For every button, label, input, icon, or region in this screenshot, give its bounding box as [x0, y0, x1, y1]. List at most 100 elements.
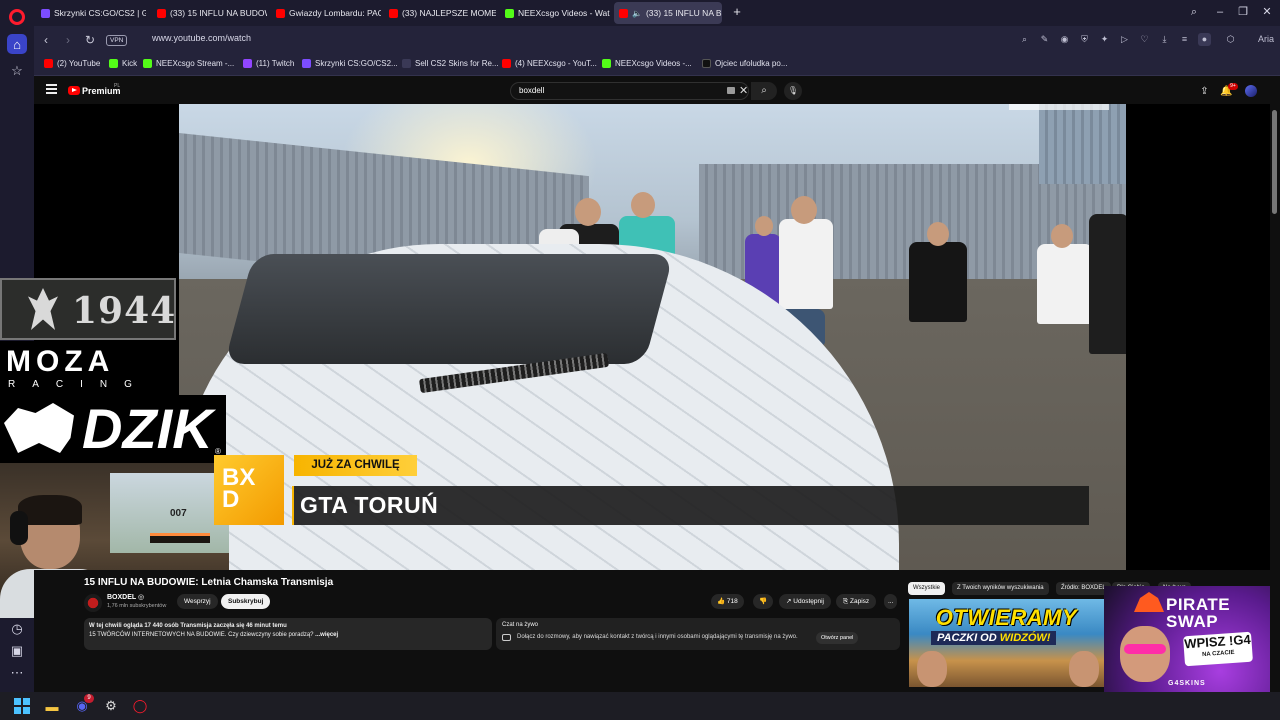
person-figure	[779, 219, 833, 309]
bookmark-item[interactable]: NEEXcsgo Stream -...	[143, 59, 234, 68]
maximize-icon[interactable]: ❐	[1234, 4, 1252, 20]
user-avatar[interactable]	[1245, 85, 1257, 97]
windows-taskbar: ▬ ◉ 9 ⚙ ◯	[0, 692, 1280, 720]
subscribe-button[interactable]: Subskrybuj	[221, 594, 271, 609]
recommended-thumbnail[interactable]: OTWIERAMY PACZKI OD WIDZÓW!	[909, 599, 1104, 687]
bookmark-favicon-icon	[143, 59, 152, 68]
shipping-container	[1039, 104, 1126, 184]
history-icon[interactable]: ◷	[7, 619, 27, 639]
description-line: 15 TWÓRCÓW INTERNETOWYCH NA BUDOWIE. Czy…	[89, 632, 339, 638]
channel-name[interactable]: BOXDEL ◎	[107, 593, 144, 601]
extensions-icon[interactable]: ▣	[7, 641, 27, 661]
play-icon[interactable]: ▷	[1118, 33, 1131, 46]
bookmarks-bar: (2) YouTube Kick NEEXcsgo Stream -... (1…	[34, 54, 1280, 76]
tab-item[interactable]: Gwiazdy Lombardu: PACZ	[271, 2, 381, 24]
discord-badge: 9	[84, 694, 94, 703]
tab-favicon-icon	[505, 8, 514, 18]
bookmark-item[interactable]: NEEXcsgo Videos -...	[602, 59, 692, 68]
like-button[interactable]: 👍 718	[711, 594, 744, 609]
person-head	[1051, 224, 1073, 248]
home-icon[interactable]: ⌂	[7, 34, 27, 54]
verified-icon: ◎	[138, 594, 145, 601]
dislike-button[interactable]: 👎	[753, 594, 774, 609]
bookmark-item[interactable]: Sell CS2 Skins for Re...	[402, 59, 499, 68]
opera-logo-icon[interactable]	[9, 9, 25, 25]
tab-item[interactable]: (33) NAJLEPSZE MOMENT	[384, 2, 496, 24]
menu-icon[interactable]: ≡	[1178, 33, 1191, 46]
youtube-logo-icon[interactable]	[68, 86, 80, 95]
minimize-icon[interactable]: –	[1211, 4, 1229, 20]
camera-icon[interactable]: ◉	[1058, 33, 1071, 46]
bookmark-item[interactable]: Ojciec ufoludka po...	[702, 59, 787, 68]
boxdel-logo: BX D	[214, 455, 284, 525]
tab-item[interactable]: NEEXcsgo Videos - Watch	[500, 2, 610, 24]
person-head	[791, 196, 817, 224]
tab-favicon-icon	[619, 8, 628, 18]
star-icon[interactable]: ☆	[7, 61, 27, 81]
shield-icon[interactable]: ⛨	[1078, 33, 1091, 46]
channel-avatar[interactable]	[84, 594, 102, 612]
profile-icon[interactable]: ●	[1198, 33, 1211, 46]
close-icon[interactable]: ✕	[1258, 4, 1276, 20]
bookmark-item[interactable]: Kick	[109, 59, 137, 68]
chip-search-results[interactable]: Z Twoich wyników wyszukiwania	[952, 582, 1049, 595]
bookmark-favicon-icon	[602, 59, 611, 68]
edit-icon[interactable]: ✎	[1038, 33, 1051, 46]
back-icon[interactable]: ‹	[38, 32, 54, 48]
zoom-icon[interactable]: ⌕	[1018, 33, 1031, 46]
hamburger-menu-icon[interactable]	[46, 84, 57, 94]
search-button[interactable]: ⌕	[751, 82, 777, 100]
windows-start-icon[interactable]	[12, 696, 32, 716]
tab-item[interactable]: (33) 15 INFLU NA BUDOW	[152, 2, 267, 24]
eagle-emblem-icon	[28, 288, 58, 330]
bookmark-favicon-icon	[502, 59, 511, 68]
chip-source[interactable]: Źródło: BOXDEL	[1056, 582, 1111, 595]
keyboard-icon[interactable]	[727, 87, 735, 94]
save-button[interactable]: ⎘ Zapisz	[836, 594, 877, 609]
bookmark-item[interactable]: Skrzynki CS:GO/CS2...	[302, 59, 398, 68]
upload-icon[interactable]: ⇪	[1198, 85, 1211, 98]
aria-button[interactable]: Aria	[1254, 33, 1278, 46]
steam-icon[interactable]: ⚙	[101, 696, 121, 716]
share-button[interactable]: ↗ Udostępnij	[779, 594, 831, 609]
page-scrollbar[interactable]	[1270, 104, 1280, 692]
sponsor-ad-overlay: PIRATE SWAP WPISZ !G4 NA CZACIE G4SKINS	[1104, 586, 1270, 692]
open-chat-button[interactable]: Otwórz panel	[816, 632, 859, 644]
person-figure	[1037, 244, 1093, 324]
tab-search-icon[interactable]: ⌕	[1185, 4, 1203, 20]
tab-item[interactable]: Skrzynki CS:GO/CS2 | G4S	[36, 2, 146, 24]
bookmark-item[interactable]: (4) NEEXcsgo - YouT...	[502, 59, 597, 68]
reload-icon[interactable]: ↻	[82, 32, 98, 48]
speaker-icon[interactable]: 🔈	[632, 9, 642, 18]
vpn-badge[interactable]: VPN	[106, 35, 128, 46]
url-field[interactable]: www.youtube.com/watch	[152, 33, 251, 43]
description-box[interactable]: W tej chwili ogląda 17 440 osób Transmis…	[84, 618, 492, 650]
bookmark-item[interactable]: (11) Twitch	[243, 59, 294, 68]
heart-icon[interactable]: ♡	[1138, 33, 1151, 46]
bookmark-item[interactable]: (2) YouTube	[44, 59, 100, 68]
headset-icon	[10, 511, 28, 545]
thumbnail-subtitle: PACZKI OD WIDZÓW!	[931, 631, 1057, 645]
coming-soon-tag: JUŻ ZA CHWILĘ	[294, 455, 417, 476]
scrollbar-thumb[interactable]	[1272, 110, 1277, 214]
chip-all[interactable]: Wszystkie	[908, 582, 945, 595]
clear-search-icon[interactable]: ✕	[739, 84, 748, 97]
cube-icon[interactable]: ⬡	[1224, 33, 1237, 46]
microphone-icon[interactable]: 🎙	[784, 82, 802, 100]
new-tab-button[interactable]: +	[730, 5, 744, 19]
forward-icon[interactable]: ›	[60, 32, 76, 48]
extension-icon[interactable]: ✦	[1098, 33, 1111, 46]
opera-taskbar-icon[interactable]: ◯	[130, 696, 150, 716]
person-figure	[909, 242, 967, 322]
more-actions-button[interactable]: ...	[884, 594, 898, 609]
download-icon[interactable]: ⤓	[1158, 33, 1171, 46]
show-more-link[interactable]: ...więcej	[315, 632, 338, 638]
tab-item-active[interactable]: 🔈(33) 15 INFLU NA BUD	[614, 2, 722, 24]
address-bar: ‹ › ↻ VPN www.youtube.com/watch ⌕ ✎ ◉ ⛨ …	[34, 26, 1280, 54]
search-input[interactable]	[519, 86, 709, 95]
video-details: 15 INFLU NA BUDOWIE: Letnia Chamska Tran…	[34, 570, 1280, 692]
support-button[interactable]: Wesprzyj	[177, 594, 218, 609]
more-icon[interactable]: ⋯	[7, 663, 27, 683]
bookmark-favicon-icon	[109, 59, 118, 68]
file-explorer-icon[interactable]: ▬	[42, 696, 62, 716]
